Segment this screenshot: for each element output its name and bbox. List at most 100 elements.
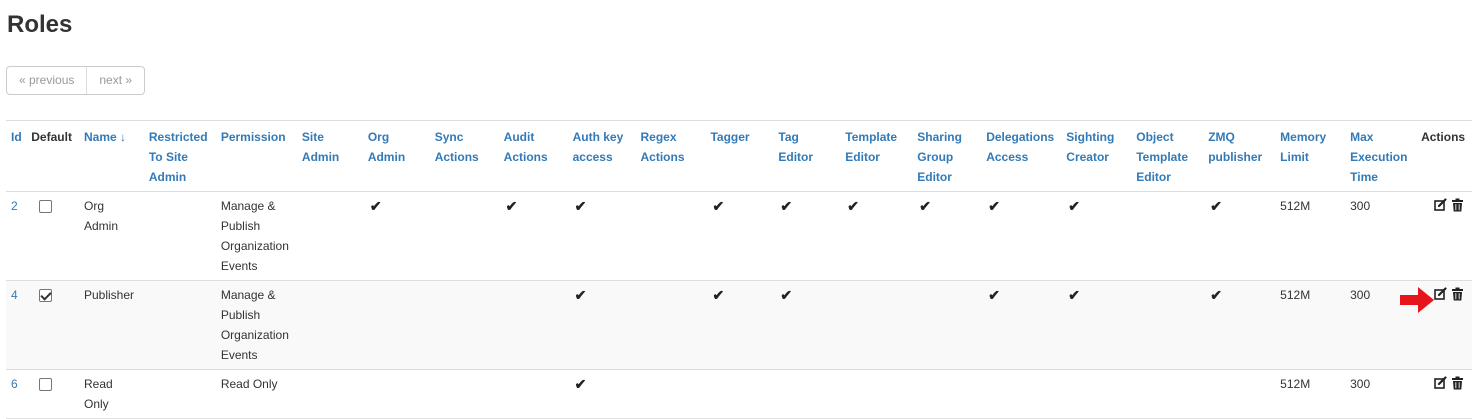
check-icon: ✔ [712,287,725,303]
cell-memory-limit: 512M [1275,369,1346,419]
cell-id: 6 [6,369,27,419]
cell-actions [1416,191,1472,281]
cell-permission: Manage & Publish Organization Events [215,191,297,281]
cell-delegations-access: ✔ [981,280,1062,370]
cell-default [26,280,79,370]
col-object-template-editor[interactable]: Object Template Editor [1131,120,1204,192]
col-sync-actions[interactable]: Sync Actions [429,120,499,192]
cell-auth-key-access: ✔ [567,191,636,281]
cell-sharing-group-editor [912,280,982,370]
cell-audit-actions [498,369,568,419]
edit-icon[interactable] [1434,198,1447,212]
cell-zmq-publisher: ✔ [1203,191,1276,281]
cell-id: 2 [6,191,27,281]
col-auth-key-access[interactable]: Auth key access [567,120,636,192]
col-id[interactable]: Id [6,120,27,192]
cell-tag-editor: ✔ [773,280,841,370]
cell-default [26,369,79,419]
role-id-link[interactable]: 4 [11,288,18,302]
cell-tag-editor: ✔ [773,191,841,281]
check-icon: ✔ [988,198,1000,214]
check-icon: ✔ [919,198,931,214]
col-sharing-group-editor[interactable]: Sharing Group Editor [912,120,982,192]
cell-sharing-group-editor [912,369,982,419]
col-max-execution-time[interactable]: Max Execution Time [1345,120,1417,192]
cell-sync-actions [429,191,499,281]
cell-tag-editor [773,369,841,419]
trash-icon[interactable] [1451,287,1464,301]
cell-sharing-group-editor: ✔ [912,191,982,281]
col-template-editor[interactable]: Template Editor [840,120,913,192]
col-name[interactable]: Name ↓ [78,120,144,192]
cell-sighting-creator: ✔ [1061,280,1132,370]
check-icon: ✔ [780,287,793,303]
roles-table: Id Default Name ↓ Restricted To Site Adm… [6,120,1472,419]
cell-actions [1416,369,1472,419]
col-site-admin[interactable]: Site Admin [296,120,363,192]
col-regex-actions[interactable]: Regex Actions [635,120,706,192]
cell-regex-actions [635,369,706,419]
cell-name: Org Admin [78,191,144,281]
col-tagger[interactable]: Tagger [705,120,774,192]
check-icon: ✔ [1210,198,1222,214]
col-default: Default [26,120,79,192]
trash-icon[interactable] [1451,198,1464,212]
default-checkbox[interactable] [39,200,53,213]
cell-site-admin [296,369,363,419]
cell-template-editor [840,280,913,370]
cell-zmq-publisher [1203,369,1276,419]
cell-org-admin [362,369,430,419]
cell-org-admin [362,280,430,370]
cell-object-template-editor [1131,369,1204,419]
edit-icon[interactable] [1434,376,1447,390]
cell-delegations-access [981,369,1062,419]
cell-template-editor: ✔ [840,191,913,281]
edit-icon[interactable] [1434,287,1447,301]
cell-regex-actions [635,191,706,281]
cell-site-admin [296,280,363,370]
check-icon: ✔ [1068,198,1081,214]
cell-name: Publisher [78,280,144,370]
cell-restricted [143,280,216,370]
cell-memory-limit: 512M [1275,191,1346,281]
cell-tagger [705,369,774,419]
check-icon: ✔ [1068,287,1081,303]
check-icon: ✔ [988,287,1000,303]
red-arrow-icon [1400,287,1434,313]
role-id-link[interactable]: 6 [11,377,18,391]
cell-name: Read Only [78,369,144,419]
col-delegations-access[interactable]: Delegations Access [981,120,1062,192]
cell-audit-actions [498,280,568,370]
next-page-button[interactable]: next » [86,67,144,94]
cell-delegations-access: ✔ [981,191,1062,281]
header-row: Id Default Name ↓ Restricted To Site Adm… [6,120,1472,192]
default-checkbox[interactable] [39,378,53,391]
table-row: 6 Read Only Read Only ✔ 512M 300 [6,369,1472,419]
col-tag-editor[interactable]: Tag Editor [773,120,841,192]
cell-restricted [143,191,216,281]
cell-sighting-creator: ✔ [1061,191,1132,281]
cell-regex-actions [635,280,706,370]
check-icon: ✔ [369,198,382,214]
col-audit-actions[interactable]: Audit Actions [498,120,568,192]
check-icon: ✔ [780,198,793,214]
col-permission[interactable]: Permission [215,120,297,192]
previous-page-button[interactable]: « previous [7,67,86,94]
default-checkbox[interactable] [39,289,53,302]
check-icon: ✔ [574,198,587,214]
cell-zmq-publisher: ✔ [1203,280,1276,370]
col-sighting-creator[interactable]: Sighting Creator [1061,120,1132,192]
check-icon: ✔ [574,376,587,392]
col-zmq-publisher[interactable]: ZMQ publisher [1203,120,1276,192]
cell-audit-actions: ✔ [498,191,568,281]
col-memory-limit[interactable]: Memory Limit [1275,120,1346,192]
col-restricted[interactable]: Restricted To Site Admin [143,120,216,192]
cell-object-template-editor [1131,280,1204,370]
cell-tagger: ✔ [705,280,774,370]
col-org-admin[interactable]: Org Admin [362,120,430,192]
pagination: « previous next » [6,66,146,95]
trash-icon[interactable] [1451,376,1464,390]
check-icon: ✔ [847,198,860,214]
cell-template-editor [840,369,913,419]
role-id-link[interactable]: 2 [11,199,18,213]
